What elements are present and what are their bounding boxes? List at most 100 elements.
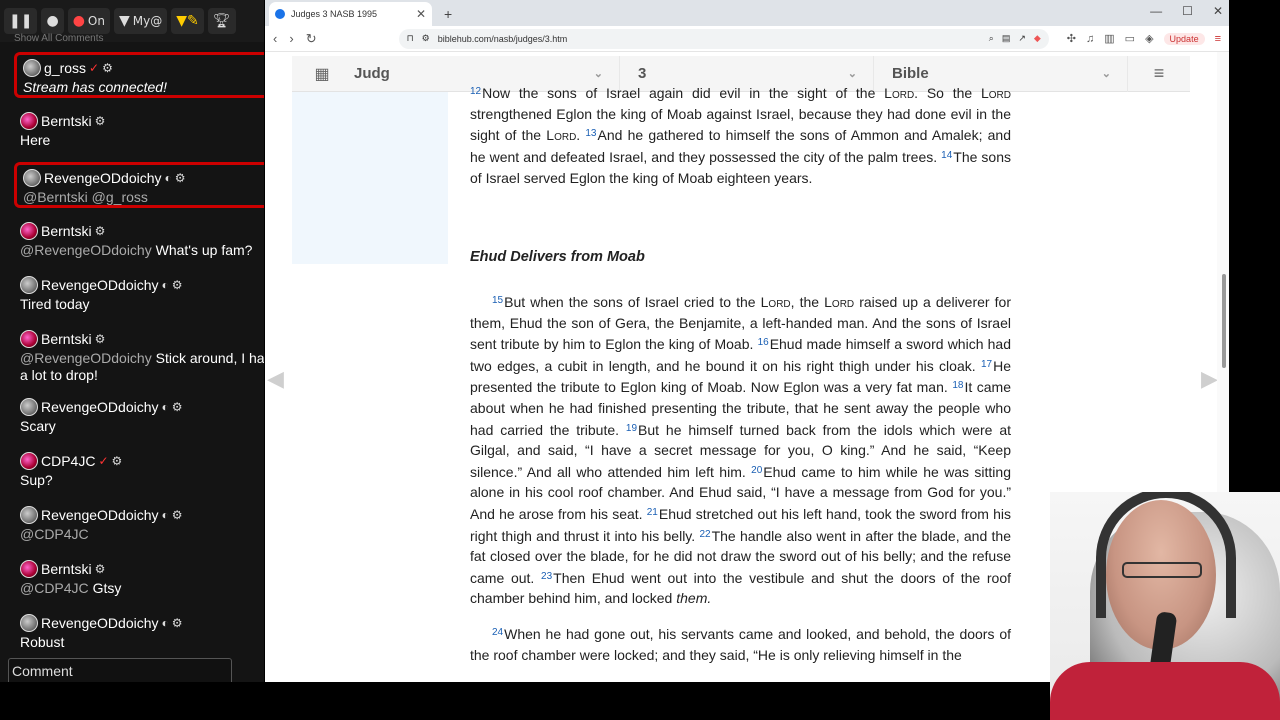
chat-text: What's up fam? — [155, 242, 253, 258]
moderator-shield-icon: ◐ — [161, 616, 169, 630]
address-bar[interactable]: ⊓ ⚙ biblehub.com/nasb/judges/3.htm ⌕ ▤ ↗… — [398, 28, 1049, 49]
show-all-comments-link[interactable]: Show All Comments — [14, 33, 103, 44]
gear-icon: ⚙ — [171, 278, 183, 292]
chat-username[interactable]: RevengeODdoichy — [44, 170, 162, 186]
verse-number[interactable]: 23 — [541, 571, 552, 582]
trophy-button[interactable]: 🏆︎ — [207, 8, 236, 34]
chat-message: Berntski ⚙ Here — [14, 108, 264, 153]
close-window-icon[interactable]: ✕ — [1213, 4, 1223, 18]
filter-mine-button[interactable]: ▼ My@ — [113, 8, 168, 34]
gear-icon: ⚙ — [94, 562, 106, 576]
chat-username[interactable]: RevengeODdoichy — [41, 615, 159, 631]
chat-toolbar: ❚❚ ● ● On ▼ My@ ▼✎ 🏆︎ Show All Comments — [0, 0, 264, 44]
record-toggle[interactable]: ● On — [67, 8, 110, 34]
next-chapter-arrow-icon[interactable]: ▶ — [1201, 366, 1218, 392]
avatar — [20, 506, 38, 524]
verse-number[interactable]: 21 — [647, 507, 658, 518]
paragraph: 12Now the sons of Israel again did evil … — [470, 85, 1012, 186]
record-dot-icon: ● — [72, 13, 85, 29]
tab-strip: Judges 3 NASB 1995 ✕ + — ☐ ✕ — [265, 0, 1229, 26]
chat-message: RevengeODdoichy ◐ ⚙ Robust — [14, 610, 264, 655]
book-value: Judg — [354, 65, 390, 82]
scrollbar-thumb[interactable] — [1222, 274, 1226, 368]
chapter-value: 3 — [638, 65, 647, 82]
bookmark-icon[interactable]: ⊓ — [407, 33, 414, 44]
verse-number[interactable]: 16 — [758, 337, 769, 348]
share-icon[interactable]: ↗ — [1018, 33, 1026, 44]
version-value: Bible — [892, 65, 929, 82]
webcam-overlay — [1050, 492, 1280, 720]
gear-icon: ⚙ — [171, 616, 183, 630]
verse-number[interactable]: 15 — [492, 295, 503, 306]
verse-number[interactable]: 13 — [585, 128, 596, 139]
avatar — [23, 59, 41, 77]
pause-icon: ❚❚ — [9, 13, 33, 29]
filter-pencil-icon: ▼✎ — [176, 13, 199, 29]
close-tab-icon[interactable]: ✕ — [416, 7, 426, 21]
extensions-icon[interactable]: ✣ — [1067, 32, 1076, 45]
grid-icon[interactable]: ▦ — [292, 64, 352, 84]
moderator-shield-icon: ◐ — [164, 171, 172, 185]
gear-icon: ⚙ — [171, 400, 183, 414]
toolbar-actions: ✣ ♫ ▥ ▭ ◈ Update ≡ — [1067, 32, 1221, 45]
wallet-icon[interactable]: ▭ — [1125, 32, 1135, 45]
forward-icon[interactable]: › — [289, 31, 293, 46]
media-icon[interactable]: ♫ — [1086, 33, 1094, 45]
pause-button[interactable]: ❚❚ — [4, 8, 38, 34]
chat-username[interactable]: RevengeODdoichy — [41, 507, 159, 523]
verse-number[interactable]: 17 — [981, 359, 992, 370]
chat-text: Robust — [20, 634, 65, 650]
lord-word: Lord — [760, 294, 791, 310]
maximize-icon[interactable]: ☐ — [1182, 4, 1193, 18]
verse-number[interactable]: 24 — [492, 627, 503, 638]
previous-chapter-arrow-icon[interactable]: ◀ — [267, 366, 284, 392]
moderator-shield-icon: ◐ — [161, 508, 169, 522]
vpn-icon[interactable]: ◈ — [1145, 32, 1153, 45]
chat-username[interactable]: Berntski — [41, 223, 92, 239]
chat-username[interactable]: RevengeODdoichy — [41, 399, 159, 415]
sidebar-icon[interactable]: ▥ — [1104, 32, 1114, 45]
chat-username[interactable]: CDP4JC — [41, 453, 95, 469]
gear-icon: ⚙ — [174, 171, 186, 185]
chat-message: RevengeODdoichy ◐ ⚙ @CDP4JC — [14, 502, 264, 547]
verse-number[interactable]: 18 — [952, 380, 963, 391]
chat-message: RevengeODdoichy ◐ ⚙ Scary — [14, 394, 264, 439]
side-panel — [292, 92, 448, 264]
menu-icon[interactable]: ≡ — [1215, 33, 1221, 45]
chat-username[interactable]: RevengeODdoichy — [41, 277, 159, 293]
chat-username[interactable]: g_ross — [44, 60, 86, 76]
zoom-icon[interactable]: ⌕ — [989, 33, 994, 44]
minimize-icon[interactable]: — — [1150, 4, 1162, 18]
filter-label: My@ — [132, 14, 163, 28]
verse-number[interactable]: 12 — [470, 86, 481, 97]
verse-number[interactable]: 22 — [699, 529, 710, 540]
chat-message: Berntski ⚙ @RevengeODdoichy Stick around,… — [14, 326, 264, 388]
trophy-icon: 🏆︎ — [212, 13, 231, 29]
site-info-icon[interactable]: ⚙ — [422, 33, 430, 44]
chat-mention: @Berntski @g_ross — [23, 189, 148, 205]
hamburger-menu-icon[interactable]: ≡ — [1128, 63, 1190, 84]
moderator-shield-icon: ◐ — [161, 400, 169, 414]
reload-icon[interactable]: ↻ — [306, 31, 317, 47]
verse-number[interactable]: 19 — [626, 423, 637, 434]
moderator-shield-icon: ◐ — [161, 278, 169, 292]
chat-username[interactable]: Berntski — [41, 561, 92, 577]
new-tab-button[interactable]: + — [444, 6, 452, 22]
chat-username[interactable]: Berntski — [41, 331, 92, 347]
chat-message: RevengeODdoichy ◐ ⚙ @Berntski @g_ross — [14, 162, 264, 208]
verse-number[interactable]: 14 — [941, 150, 952, 161]
gear-icon: ⚙ — [94, 114, 106, 128]
tab-judges-3[interactable]: Judges 3 NASB 1995 ✕ — [269, 2, 432, 26]
gear-icon: ⚙ — [111, 454, 123, 468]
filter-edit-button[interactable]: ▼✎ — [171, 8, 204, 34]
verse-number[interactable]: 20 — [751, 465, 762, 476]
brave-shield-icon[interactable]: ◆ — [1034, 33, 1041, 44]
chevron-down-icon: ⌄ — [593, 68, 603, 80]
chat-username[interactable]: Berntski — [41, 113, 92, 129]
back-icon[interactable]: ‹ — [273, 31, 277, 46]
reader-icon[interactable]: ▤ — [1002, 33, 1011, 44]
update-button[interactable]: Update — [1163, 32, 1205, 45]
lord-word: Lord — [546, 127, 577, 144]
glasses — [1122, 562, 1202, 578]
chat-bubble-button[interactable]: ● — [41, 8, 64, 34]
